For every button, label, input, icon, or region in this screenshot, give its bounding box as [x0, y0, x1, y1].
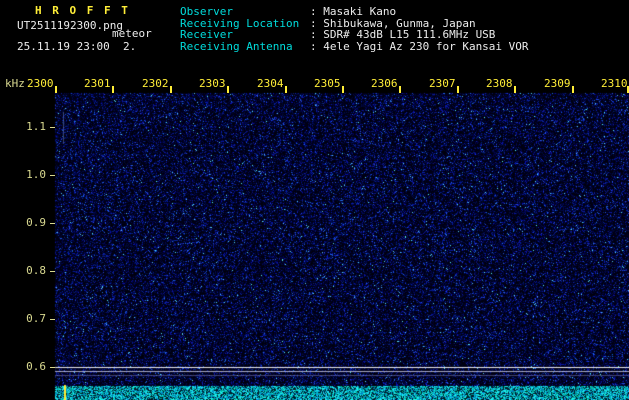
info-row-antenna: Receiving Antenna : 4ele Yagi Az 230 for… — [180, 41, 529, 53]
x-tick-mark — [170, 86, 172, 93]
y-tick-mark — [50, 319, 55, 320]
spectrogram-canvas — [0, 0, 629, 400]
y-tick-mark — [50, 127, 55, 128]
info-value: : Masaki Kano — [310, 5, 397, 18]
hrofft-window: H R O F F T UT2511192300.png meteor 25.1… — [0, 0, 629, 400]
x-tick-mark — [227, 86, 229, 93]
x-tick-mark — [285, 86, 287, 93]
x-tick-label: 2302 — [142, 77, 169, 90]
observation-info: Observer : Masaki Kano Receiving Locatio… — [180, 6, 529, 52]
y-tick-label: 0.6 — [26, 360, 46, 373]
y-tick-label: 0.9 — [26, 216, 46, 229]
y-axis-unit-label: kHz — [5, 77, 25, 90]
x-tick-label: 2308 — [486, 77, 513, 90]
x-tick-label: 2309 — [544, 77, 571, 90]
x-tick-label: 2307 — [429, 77, 456, 90]
x-tick-label: 2310 — [601, 77, 628, 90]
x-tick-mark — [514, 86, 516, 93]
x-tick-label: 2306 — [371, 77, 398, 90]
y-tick-mark — [50, 175, 55, 176]
app-title: H R O F F T — [35, 4, 130, 17]
output-filename: UT2511192300.png — [17, 19, 123, 32]
y-tick-mark — [50, 367, 55, 368]
x-tick-mark — [112, 86, 114, 93]
info-label: Receiving Antenna — [180, 39, 293, 53]
x-tick-label: 2305 — [314, 77, 341, 90]
info-label: Observer — [180, 5, 233, 18]
info-value: : 4ele Yagi Az 230 for Kansai VOR — [310, 39, 529, 53]
x-tick-mark — [342, 86, 344, 93]
x-tick-mark — [55, 86, 57, 93]
x-tick-label: 2300 — [27, 77, 54, 90]
mode-tag: meteor — [112, 27, 152, 40]
x-tick-mark — [457, 86, 459, 93]
y-tick-mark — [50, 271, 55, 272]
y-tick-label: 1.1 — [26, 120, 46, 133]
x-tick-label: 2301 — [84, 77, 111, 90]
x-tick-label: 2303 — [199, 77, 226, 90]
x-tick-mark — [572, 86, 574, 93]
info-row-observer: Observer : Masaki Kano — [180, 6, 529, 18]
x-tick-mark — [399, 86, 401, 93]
y-tick-label: 0.7 — [26, 312, 46, 325]
observation-datetime: 25.11.19 23:00 2. — [17, 40, 137, 53]
y-tick-label: 0.8 — [26, 264, 46, 277]
y-tick-label: 1.0 — [26, 168, 46, 181]
y-tick-mark — [50, 223, 55, 224]
x-tick-label: 2304 — [257, 77, 284, 90]
